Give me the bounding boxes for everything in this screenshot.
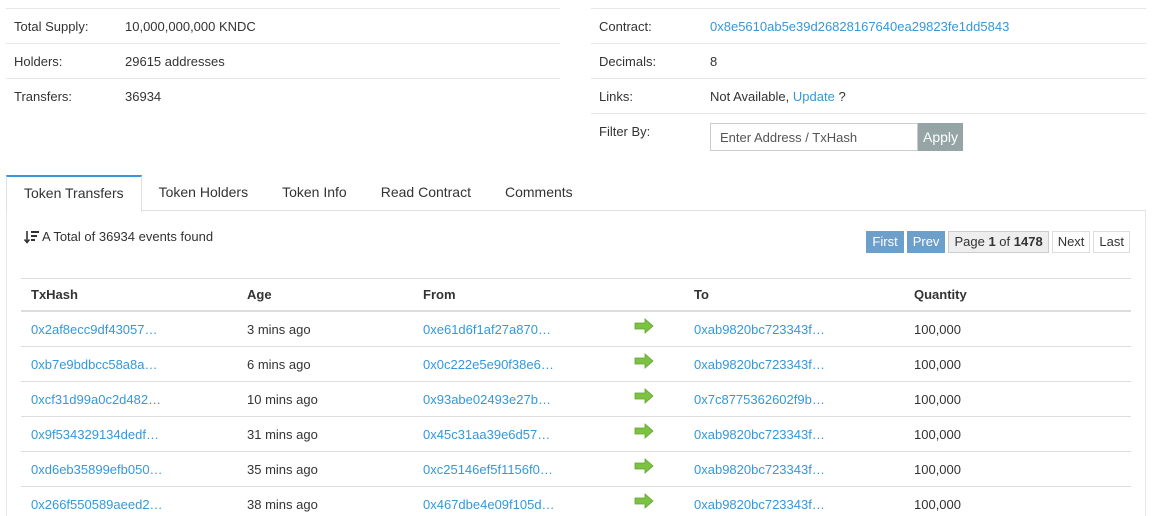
quantity-cell: 100,000 (914, 461, 961, 477)
links-label: Links: (599, 88, 633, 104)
header-from: From (423, 287, 456, 302)
txhash-link[interactable]: 0xcf31d99a0c2d482… (31, 392, 161, 407)
age-cell: 6 mins ago (247, 356, 311, 372)
pagination: First Prev Page 1 of 1478 Next Last (866, 231, 1130, 253)
links-row: Links: Not Available, Update ? (591, 78, 1146, 113)
table-row: 0xd6eb35899efb050… 35 mins ago 0xc25146ef5… (21, 452, 1131, 487)
from-address-link[interactable]: 0xc25146ef5f1156f0… (423, 462, 553, 477)
age-cell: 10 mins ago (247, 391, 318, 407)
transfer-arrow-icon (634, 317, 654, 334)
table-row: 0xb7e9bdbcc58a8a… 6 mins ago 0x0c222e5e90f… (21, 347, 1131, 382)
update-link[interactable]: Update (793, 89, 835, 104)
age-cell: 38 mins ago (247, 496, 318, 512)
events-summary: A Total of 36934 events found (24, 229, 213, 244)
decimals-value: 8 (710, 53, 718, 69)
links-help[interactable]: ? (838, 89, 845, 104)
quantity-cell: 100,000 (914, 356, 961, 372)
to-address-link[interactable]: 0x7c8775362602f9b… (694, 392, 825, 407)
tab-token-holders[interactable]: Token Holders (142, 175, 266, 211)
transfers-label: Transfers: (14, 88, 73, 104)
table-row: 0x266f550589aeed2… 38 mins ago 0x467dbe4e0… (21, 487, 1131, 516)
table-row: 0x2af8ecc9df43057… 3 mins ago 0xe61d6f1af2… (21, 312, 1131, 347)
transfer-arrow-icon (634, 492, 654, 509)
txhash-link[interactable]: 0x266f550589aeed2… (31, 497, 163, 512)
filter-label: Filter By: (599, 124, 651, 139)
table-header-row: TxHash Age From To Quantity (21, 279, 1131, 312)
sort-amount-icon (24, 230, 39, 244)
transfer-arrow-icon (634, 352, 654, 369)
transfer-arrow-icon (634, 422, 654, 439)
prev-page-button[interactable]: Prev (906, 231, 946, 253)
age-cell: 3 mins ago (247, 321, 311, 337)
page-of: of (999, 234, 1011, 249)
filter-address-input[interactable] (710, 123, 918, 151)
quantity-cell: 100,000 (914, 391, 961, 407)
total-supply-value: 10,000,000,000 KNDC (125, 18, 256, 34)
holders-row: Holders: 29615 addresses (6, 43, 560, 78)
header-quantity: Quantity (914, 287, 967, 302)
holders-label: Holders: (14, 53, 63, 69)
transfer-arrow-icon (634, 457, 654, 474)
header-to: To (694, 287, 709, 302)
txhash-link[interactable]: 0x9f534329134dedf… (31, 427, 159, 442)
page-total: 1478 (1013, 234, 1043, 249)
links-status: Not Available, (710, 88, 790, 104)
from-address-link[interactable]: 0xe61d6f1af27a870… (423, 322, 551, 337)
to-address-link[interactable]: 0xab9820bc723343f… (694, 497, 825, 512)
age-cell: 35 mins ago (247, 461, 318, 477)
transfers-row: Transfers: 36934 (6, 78, 560, 113)
token-tabs: Token Transfers Token Holders Token Info… (6, 175, 1146, 212)
filter-box: Apply (710, 123, 963, 151)
next-page-button[interactable]: Next (1051, 231, 1091, 253)
from-address-link[interactable]: 0x93abe02493e27b… (423, 392, 551, 407)
header-age: Age (247, 287, 272, 302)
apply-button[interactable]: Apply (918, 123, 963, 151)
txhash-link[interactable]: 0x2af8ecc9df43057… (31, 322, 157, 337)
tab-token-transfers[interactable]: Token Transfers (6, 175, 142, 212)
from-address-link[interactable]: 0x0c222e5e90f38e6… (423, 357, 554, 372)
token-summary-right: Contract: 0x8e5610ab5e39d26828167640ea29… (591, 8, 1146, 155)
first-page-button[interactable]: First (866, 231, 904, 253)
age-cell: 31 mins ago (247, 426, 318, 442)
tab-comments[interactable]: Comments (488, 175, 590, 211)
page-current: 1 (988, 234, 996, 249)
txhash-link[interactable]: 0xd6eb35899efb050… (31, 462, 163, 477)
page-prefix: Page (954, 234, 985, 249)
decimals-row: Decimals: 8 (591, 43, 1146, 78)
contract-label: Contract: (599, 18, 652, 34)
to-address-link[interactable]: 0xab9820bc723343f… (694, 322, 825, 337)
table-row: 0x9f534329134dedf… 31 mins ago 0x45c31aa39… (21, 417, 1131, 452)
from-address-link[interactable]: 0x467dbe4e09f105d… (423, 497, 555, 512)
tab-read-contract[interactable]: Read Contract (364, 175, 488, 211)
tab-token-info[interactable]: Token Info (265, 175, 364, 211)
total-supply-label: Total Supply: (14, 18, 89, 34)
token-summary-left: Total Supply: 10,000,000,000 KNDC Holder… (6, 8, 560, 113)
quantity-cell: 100,000 (914, 496, 961, 512)
to-address-link[interactable]: 0xab9820bc723343f… (694, 462, 825, 477)
transfers-table: TxHash Age From To Quantity 0x2af8ecc9df… (21, 278, 1131, 516)
last-page-button[interactable]: Last (1093, 231, 1130, 253)
contract-row: Contract: 0x8e5610ab5e39d26828167640ea29… (591, 8, 1146, 43)
from-address-link[interactable]: 0x45c31aa39e6d57… (423, 427, 550, 442)
to-address-link[interactable]: 0xab9820bc723343f… (694, 357, 825, 372)
header-txhash: TxHash (31, 287, 78, 302)
transfers-value: 36934 (125, 88, 162, 104)
to-address-link[interactable]: 0xab9820bc723343f… (694, 427, 825, 442)
contract-address-link[interactable]: 0x8e5610ab5e39d26828167640ea29823fe1dd58… (710, 19, 1009, 34)
quantity-cell: 100,000 (914, 426, 961, 442)
txhash-link[interactable]: 0xb7e9bdbcc58a8a… (31, 357, 158, 372)
decimals-label: Decimals: (599, 53, 657, 69)
token-transfers-panel: A Total of 36934 events found First Prev… (6, 211, 1146, 516)
transfer-arrow-icon (634, 387, 654, 404)
page-indicator: Page 1 of 1478 (948, 231, 1049, 253)
table-row: 0xcf31d99a0c2d482… 10 mins ago 0x93abe0249… (21, 382, 1131, 417)
holders-value: 29615 addresses (125, 53, 225, 69)
filter-row: Filter By: Apply (591, 113, 1146, 155)
total-supply-row: Total Supply: 10,000,000,000 KNDC (6, 8, 560, 43)
events-count-text: A Total of 36934 events found (42, 229, 214, 244)
quantity-cell: 100,000 (914, 321, 961, 337)
